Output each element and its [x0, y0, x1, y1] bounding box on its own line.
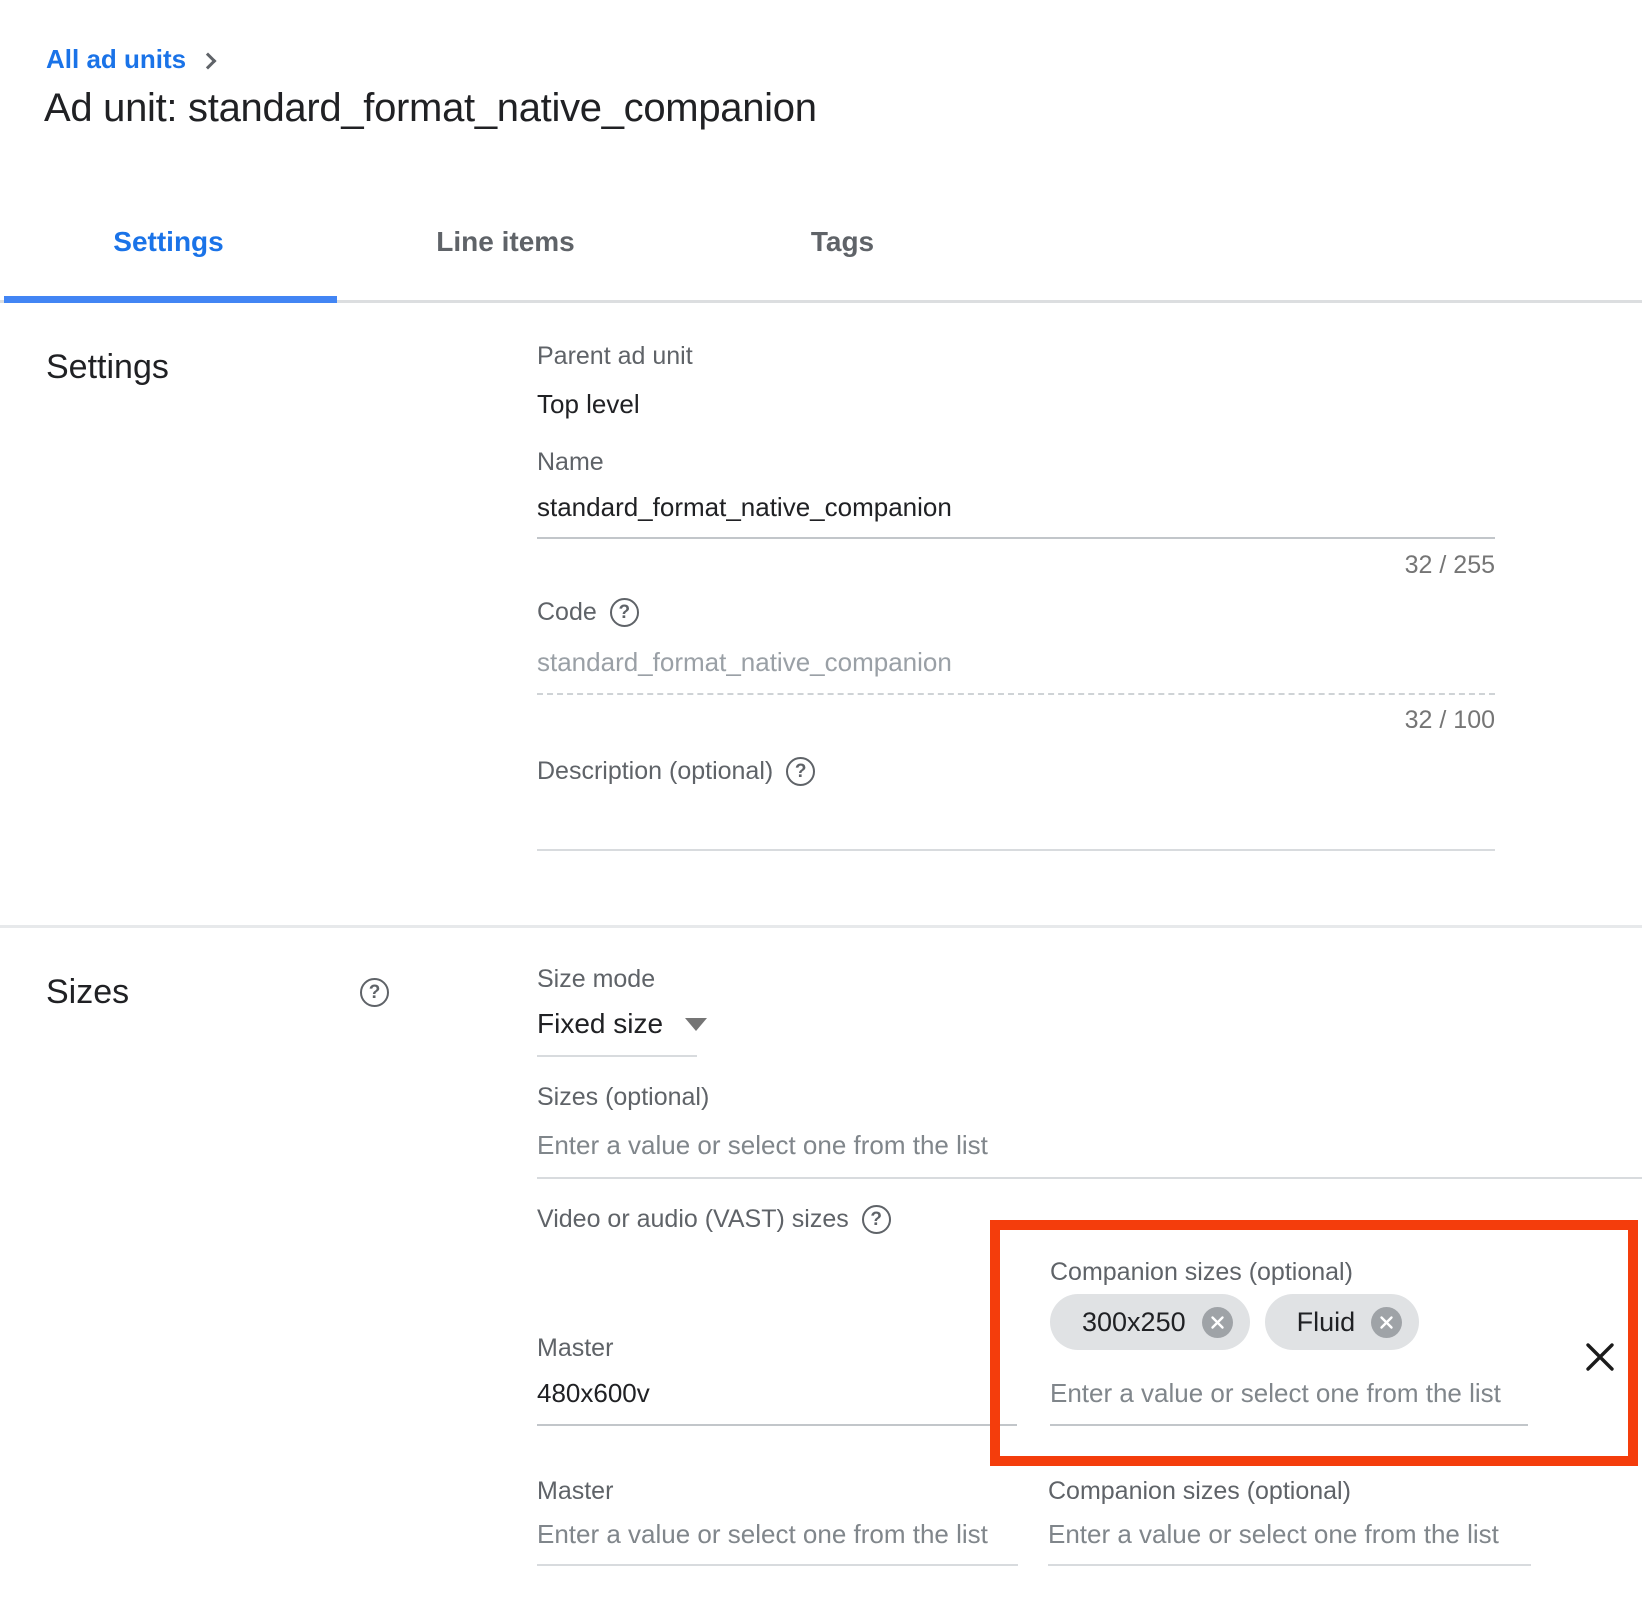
companion-size-chip: 300x250: [1050, 1294, 1250, 1350]
chip-label: 300x250: [1082, 1307, 1186, 1338]
sizes-optional-label: Sizes (optional): [537, 1083, 709, 1112]
companion-2-label: Companion sizes (optional): [1048, 1477, 1351, 1506]
description-label: Description (optional): [537, 757, 773, 786]
breadcrumb-link-all-ad-units[interactable]: All ad units: [46, 44, 186, 75]
dropdown-caret-icon: [685, 1018, 707, 1031]
size-mode-label: Size mode: [537, 965, 655, 994]
name-label: Name: [537, 448, 604, 477]
companion-1-input[interactable]: [1050, 1362, 1528, 1426]
code-char-counter: 32 / 100: [537, 706, 1495, 735]
name-input[interactable]: [537, 478, 1495, 539]
breadcrumb: All ad units: [46, 44, 214, 75]
description-input[interactable]: [537, 790, 1495, 851]
master-2-input[interactable]: [537, 1504, 1018, 1566]
tab-tags[interactable]: Tags: [674, 226, 1011, 258]
chip-label: Fluid: [1297, 1307, 1356, 1338]
tab-settings[interactable]: Settings: [0, 226, 337, 258]
size-mode-value: Fixed size: [537, 1008, 663, 1040]
name-char-counter: 32 / 255: [537, 551, 1495, 580]
description-help-icon[interactable]: ?: [786, 757, 815, 786]
companion-1-chips: 300x250 Fluid: [1050, 1294, 1419, 1350]
size-mode-dropdown[interactable]: Fixed size: [537, 1008, 707, 1040]
sizes-optional-input[interactable]: [537, 1113, 1642, 1179]
chevron-right-icon: [200, 52, 217, 69]
page-title: Ad unit: standard_format_native_companio…: [44, 86, 817, 131]
chip-remove-icon[interactable]: [1202, 1307, 1233, 1338]
settings-section-heading: Settings: [46, 348, 169, 387]
sizes-help-icon[interactable]: ?: [360, 978, 389, 1007]
master-1-label: Master: [537, 1334, 613, 1363]
ad-unit-settings-page: All ad units Ad unit: standard_format_na…: [0, 0, 1642, 1608]
master-1-input[interactable]: [537, 1362, 1017, 1426]
code-label: Code: [537, 598, 597, 627]
size-mode-underline: [537, 1055, 697, 1057]
remove-row-icon[interactable]: [1583, 1340, 1617, 1374]
companion-1-label: Companion sizes (optional): [1050, 1258, 1353, 1287]
code-input: [537, 632, 1495, 695]
sizes-section-heading: Sizes: [46, 973, 129, 1012]
description-label-row: Description (optional) ?: [537, 757, 815, 786]
section-divider: [0, 925, 1642, 928]
chip-remove-icon[interactable]: [1371, 1307, 1402, 1338]
companion-size-chip: Fluid: [1265, 1294, 1420, 1350]
vast-sizes-label-row: Video or audio (VAST) sizes ?: [537, 1205, 891, 1234]
code-label-row: Code ?: [537, 598, 639, 627]
vast-sizes-label: Video or audio (VAST) sizes: [537, 1205, 849, 1234]
companion-2-input[interactable]: [1048, 1504, 1531, 1566]
master-2-label: Master: [537, 1477, 613, 1506]
parent-ad-unit-label: Parent ad unit: [537, 342, 693, 371]
active-tab-indicator: [4, 296, 337, 303]
code-help-icon[interactable]: ?: [610, 598, 639, 627]
tab-line-items[interactable]: Line items: [337, 226, 674, 258]
parent-ad-unit-value: Top level: [537, 389, 640, 420]
vast-sizes-help-icon[interactable]: ?: [862, 1205, 891, 1234]
